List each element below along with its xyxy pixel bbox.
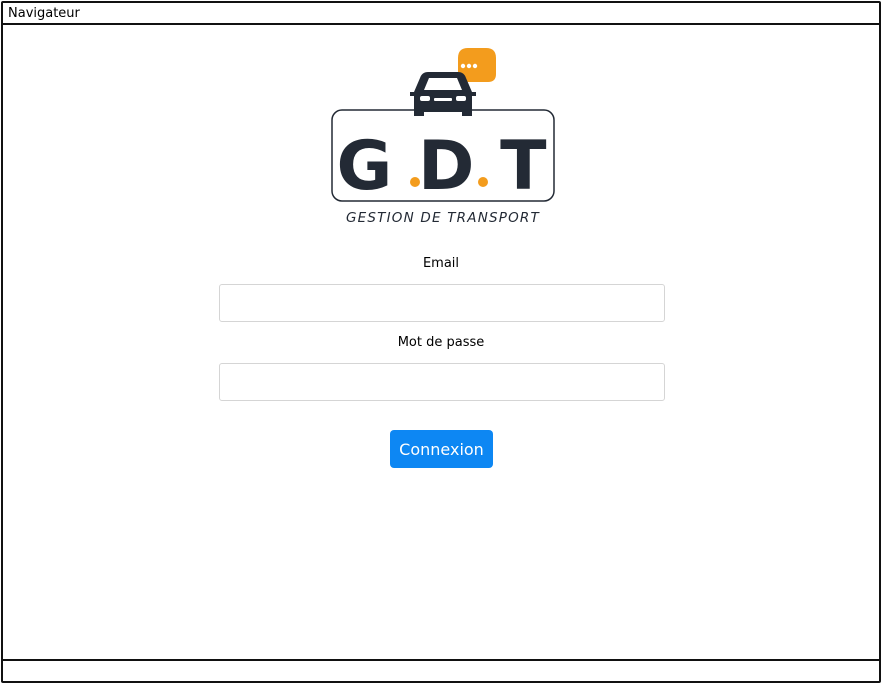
window-statusbar xyxy=(3,659,879,681)
login-form: Email Mot de passe xyxy=(217,256,665,401)
password-label: Mot de passe xyxy=(397,335,485,350)
window-title: Navigateur xyxy=(8,6,80,21)
email-label: Email xyxy=(422,256,460,271)
logo-tagline: GESTION DE TRANSPORT xyxy=(346,210,540,226)
logo-dot xyxy=(410,177,420,187)
password-input[interactable] xyxy=(219,363,665,401)
gdt-logo: G D T GESTION DE TRANSPORT xyxy=(331,48,555,226)
email-input[interactable] xyxy=(219,284,665,322)
login-button[interactable]: Connexion xyxy=(390,430,493,468)
window-titlebar: Navigateur xyxy=(3,3,879,25)
logo-dot xyxy=(478,177,488,187)
logo-wordmark: G D T xyxy=(337,127,548,206)
